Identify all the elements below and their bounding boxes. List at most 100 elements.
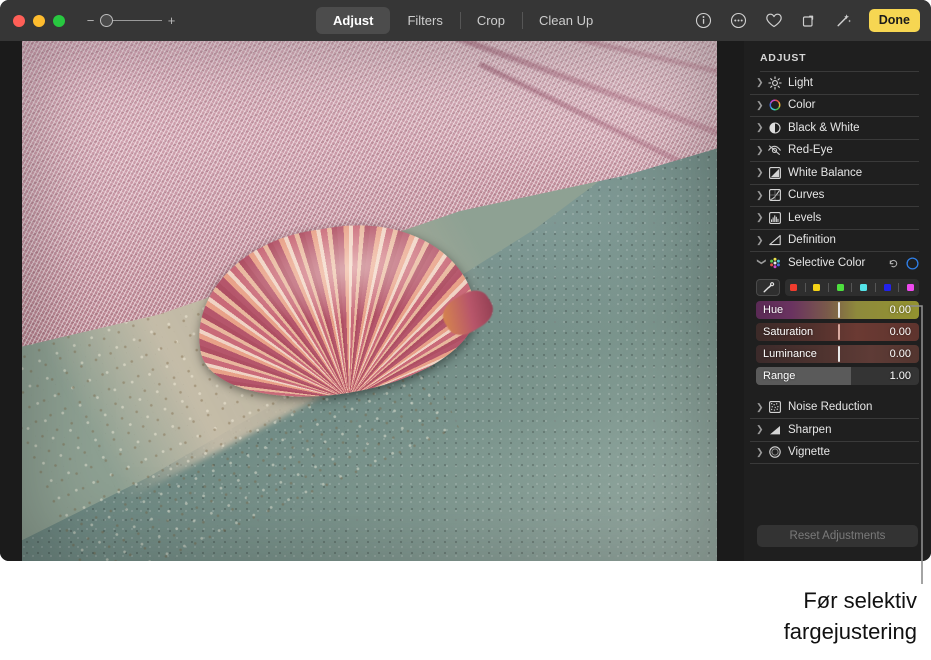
tab-crop[interactable]: Crop xyxy=(459,7,522,34)
range-slider[interactable]: Range 1.00 xyxy=(756,366,919,385)
sidebar-item-definition[interactable]: ❯ Definition xyxy=(750,230,919,252)
hue-slider-knob[interactable] xyxy=(837,301,840,318)
editor-mode-tabs: Adjust Filters Crop Clean Up xyxy=(316,7,610,34)
sidebar-item-label: Light xyxy=(788,76,813,89)
sharpen-icon xyxy=(767,422,782,437)
sidebar-item-light[interactable]: ❯ Light xyxy=(750,72,919,95)
sidebar-item-color[interactable]: ❯ Color xyxy=(750,95,919,117)
sidebar-item-noise-reduction[interactable]: ❯ Noise Reduction xyxy=(750,397,919,419)
chevron-right-icon[interactable]: ❯ xyxy=(756,425,767,434)
swatch-cyan[interactable] xyxy=(860,283,868,291)
photo-canvas[interactable] xyxy=(0,41,744,561)
sidebar-item-label: Definition xyxy=(788,234,836,247)
screenshot-root: − + Adjust Filters Crop Clean Up Done AD… xyxy=(0,0,931,660)
chevron-right-icon[interactable]: ❯ xyxy=(756,402,767,412)
sidebar-item-red-eye[interactable]: ❯ Red-Eye xyxy=(750,140,919,162)
caption: Før selektiv fargejustering xyxy=(557,585,917,647)
chevron-right-icon[interactable]: ❯ xyxy=(756,235,767,245)
light-icon xyxy=(767,75,782,90)
hue-slider[interactable]: Hue 0.00 xyxy=(756,300,919,319)
reset-arrow-icon[interactable] xyxy=(888,258,899,269)
swatch-divider xyxy=(851,282,853,292)
sidebar-title: ADJUST xyxy=(760,52,807,64)
sidebar-item-label: White Balance xyxy=(788,166,863,179)
eyedropper-icon[interactable] xyxy=(756,278,780,296)
tab-filters[interactable]: Filters xyxy=(390,7,459,34)
sidebar-bottom-group: ❯ Noise Reduction ❯ Sharpen ❯ Vignette xyxy=(744,397,931,464)
sidebar-item-label: Levels xyxy=(788,211,822,224)
on-off-circle-icon[interactable] xyxy=(906,257,919,270)
traffic-lights xyxy=(13,14,65,27)
more-options-icon[interactable] xyxy=(729,11,749,31)
selective-color-swatch-bar xyxy=(756,278,919,296)
zoom-out-label[interactable]: − xyxy=(86,14,95,27)
info-icon[interactable] xyxy=(694,11,714,31)
swatch-magenta[interactable] xyxy=(907,283,915,291)
luminance-slider-value: 0.00 xyxy=(889,347,911,360)
chevron-right-icon[interactable]: ❯ xyxy=(756,447,767,457)
zoom-in-label[interactable]: + xyxy=(167,14,176,27)
swatch-green-wrap xyxy=(836,283,844,291)
range-slider-label: Range xyxy=(763,369,796,382)
chevron-right-icon[interactable]: ❯ xyxy=(756,190,767,200)
color-wheel-icon xyxy=(767,98,782,113)
swatch-divider xyxy=(898,282,900,292)
luminance-slider[interactable]: Luminance 0.00 xyxy=(756,344,919,363)
swatch-blue[interactable] xyxy=(883,283,891,291)
chevron-right-icon[interactable]: ❯ xyxy=(756,213,767,222)
swatch-red[interactable] xyxy=(789,283,797,291)
white-balance-icon xyxy=(767,165,782,180)
swatch-green[interactable] xyxy=(836,283,844,291)
range-slider-value: 1.00 xyxy=(889,369,911,382)
swatch-cyan-wrap xyxy=(860,283,868,291)
zoom-slider-control[interactable]: − + xyxy=(86,14,176,27)
sidebar-item-label: Curves xyxy=(788,189,825,202)
done-button[interactable]: Done xyxy=(868,9,920,32)
sidebar-item-label: Sharpen xyxy=(788,423,832,436)
sidebar-item-white-balance[interactable]: ❯ White Balance xyxy=(750,162,919,185)
chevron-right-icon[interactable]: ❯ xyxy=(756,123,767,132)
hue-slider-value: 0.00 xyxy=(889,303,911,316)
luminance-slider-knob[interactable] xyxy=(837,345,840,362)
sidebar-item-vignette[interactable]: ❯ Vignette xyxy=(750,442,919,464)
chevron-right-icon[interactable]: ❯ xyxy=(756,145,767,155)
photo-image[interactable] xyxy=(22,41,717,561)
chevron-right-icon[interactable]: ❯ xyxy=(756,168,767,177)
zoom-slider-track[interactable] xyxy=(100,14,162,27)
zoom-slider-rail xyxy=(106,19,162,22)
close-button[interactable] xyxy=(13,14,25,27)
curves-icon xyxy=(767,188,782,203)
saturation-slider-knob[interactable] xyxy=(837,323,840,340)
minimize-button[interactable] xyxy=(33,14,45,27)
tab-clean-up[interactable]: Clean Up xyxy=(522,7,610,34)
sidebar-item-label: Black & White xyxy=(788,121,860,134)
zoom-button[interactable] xyxy=(53,14,65,27)
luminance-slider-label: Luminance xyxy=(763,347,817,360)
toolbar-right-actions: Done xyxy=(694,0,920,41)
selective-color-panel: Hue 0.00 Saturation 0.00 Luminance 0.00 xyxy=(744,275,931,391)
color-swatch-list xyxy=(785,278,919,296)
sidebar-item-levels[interactable]: ❯ Levels xyxy=(750,207,919,230)
sidebar-item-black-and-white[interactable]: ❯ Black & White xyxy=(750,117,919,140)
auto-enhance-wand-icon[interactable] xyxy=(834,11,854,31)
saturation-slider[interactable]: Saturation 0.00 xyxy=(756,322,919,341)
chevron-down-icon[interactable]: ❯ xyxy=(757,258,767,269)
sidebar-item-sharpen[interactable]: ❯ Sharpen xyxy=(750,419,919,442)
tab-adjust[interactable]: Adjust xyxy=(316,7,391,34)
selective-color-actions xyxy=(888,257,919,270)
rotate-icon[interactable] xyxy=(799,11,819,31)
chevron-right-icon[interactable]: ❯ xyxy=(756,100,767,110)
reset-adjustments-button[interactable]: Reset Adjustments xyxy=(757,525,918,547)
saturation-slider-value: 0.00 xyxy=(889,325,911,338)
black-and-white-icon xyxy=(767,120,782,135)
sidebar-item-label: Red-Eye xyxy=(788,144,833,157)
sidebar-item-selective-color[interactable]: ❯ Selective Color xyxy=(750,252,919,275)
sidebar-item-curves[interactable]: ❯ Curves xyxy=(750,185,919,207)
vignette-icon xyxy=(767,445,782,460)
caption-line-1: Før selektiv xyxy=(803,588,917,613)
swatch-yellow[interactable] xyxy=(813,283,821,291)
definition-icon xyxy=(767,233,782,248)
chevron-right-icon[interactable]: ❯ xyxy=(756,78,767,87)
favorite-heart-icon[interactable] xyxy=(764,11,784,31)
zoom-slider-knob[interactable] xyxy=(100,14,113,27)
